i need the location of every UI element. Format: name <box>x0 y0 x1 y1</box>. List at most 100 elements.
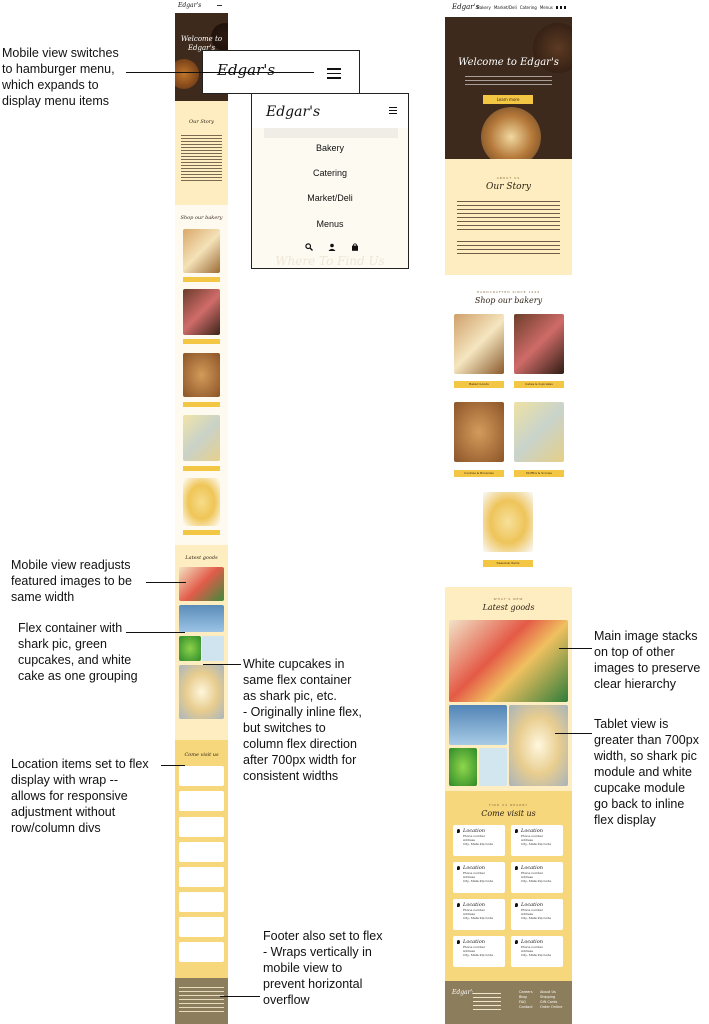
menu-bg-text: Where To Find Us <box>275 254 385 268</box>
tablet-story-text <box>457 198 560 232</box>
tablet-shop-photo-cookies <box>454 402 504 462</box>
mobile-location-card-3 <box>179 817 224 837</box>
tablet-hero-button[interactable]: Learn more <box>483 95 533 104</box>
mobile-latest-white-cupcakes <box>179 665 224 719</box>
tablet-hero-sub <box>465 73 552 87</box>
search-icon[interactable] <box>305 243 313 251</box>
mobile-shop: Shop our bakery <box>175 205 228 545</box>
mobile-location-card-2 <box>179 791 224 811</box>
user-icon[interactable] <box>328 243 336 251</box>
tablet-story-kicker: ABOUT US <box>496 176 521 180</box>
connector-white-cupcakes <box>203 664 241 665</box>
tablet-shop: HANDCRAFTED SINCE 1949 Shop our bakery B… <box>445 275 572 587</box>
location-pin-icon <box>457 829 460 833</box>
location-detail: City, State Zip Code <box>521 953 552 957</box>
tablet-location-card[interactable]: Location Phone number Address City, State Z… <box>453 862 505 893</box>
menu-item-market-deli[interactable]: Market/Deli <box>252 193 408 203</box>
tablet-location-card[interactable]: Location Phone number Address City, State Z… <box>511 825 563 856</box>
mobile-shop-label-3[interactable] <box>183 402 220 407</box>
location-detail: City, State Zip Code <box>463 916 494 920</box>
tablet-location-card[interactable]: Location Phone number Address City, State Z… <box>511 936 563 967</box>
mobile-view-strip: Edgar's Welcome to Edgar's Our Story Sho… <box>175 0 228 1024</box>
menu-item-menus[interactable]: Menus <box>252 219 408 229</box>
hamburger-icon[interactable] <box>327 68 341 79</box>
expanded-hamburger-icon[interactable] <box>389 107 397 114</box>
location-detail: City, State Zip Code <box>521 842 552 846</box>
footer-link-contact[interactable]: Contact <box>519 1005 533 1010</box>
annotation-main-image: Main image stacks on top of other images… <box>594 629 701 691</box>
menu-faded-banner <box>264 128 398 138</box>
tablet-latest-kicker: WHAT'S NEW <box>493 597 524 601</box>
tablet-shop-label-1[interactable]: Baked Goods <box>454 381 504 388</box>
tablet-location-card[interactable]: Location Phone number Address City, State Z… <box>511 899 563 930</box>
location-pin-icon <box>515 866 518 870</box>
annotation-tablet: Tablet view is greater than 700px width,… <box>594 717 699 827</box>
menu-item-bakery[interactable]: Bakery <box>252 143 408 153</box>
mobile-latest-shark-photo <box>179 605 224 632</box>
collapsed-menu-logo[interactable]: Edgar's <box>217 61 275 79</box>
tablet-shop-photo-bread <box>454 314 504 374</box>
tablet-nav: Bakery Market/Deli Catering Menus <box>477 5 553 10</box>
mobile-latest-green-cupcakes <box>179 636 201 661</box>
tablet-shop-label-4[interactable]: Muffins & Scones <box>514 470 564 477</box>
connector-main-image <box>559 648 592 649</box>
mobile-shop-label-2[interactable] <box>183 339 220 344</box>
tablet-visit-title: Come visit us <box>481 809 536 818</box>
mobile-shop-label-4[interactable] <box>183 466 220 471</box>
tablet-logo[interactable]: Edgar's <box>452 3 479 11</box>
tablet-latest-green-cupcakes <box>449 748 477 786</box>
tablet-shop-kicker: HANDCRAFTED SINCE 1949 <box>476 290 541 294</box>
tablet-nav-icons[interactable] <box>556 6 568 9</box>
mobile-shop-photo-bread <box>183 229 220 273</box>
mobile-shop-label-5[interactable] <box>183 530 220 535</box>
connector-featured <box>146 582 186 583</box>
tablet-shop-photo-cupcakes <box>514 402 564 462</box>
annotation-location: Location items set to flex display with … <box>11 757 149 835</box>
tablet-latest-title: Latest goods <box>482 603 535 612</box>
connector-location <box>161 765 185 766</box>
mobile-latest-main-photo <box>179 567 224 601</box>
tablet-location-card[interactable]: Location Phone number Address City, State Z… <box>453 825 505 856</box>
tablet-nav-market[interactable]: Market/Deli <box>494 5 517 10</box>
mobile-location-card-8 <box>179 942 224 962</box>
tablet-location-card[interactable]: Location Phone number Address City, State Z… <box>453 899 505 930</box>
connector-footer <box>220 996 260 997</box>
tablet-shop-label-2[interactable]: Cakes & Cupcakes <box>514 381 564 388</box>
tablet-footer-col2: About Us Shipping Gift Cards Order Onlin… <box>540 990 562 1010</box>
tablet-footer-logo[interactable]: Edgar's <box>452 989 475 996</box>
tablet-hero-title: Welcome to Edgar's <box>458 57 559 68</box>
tablet-latest-shark-photo <box>449 705 507 745</box>
location-pin-icon <box>515 940 518 944</box>
tablet-nav-menus[interactable]: Menus <box>540 5 553 10</box>
tablet-footer-col1 <box>473 990 501 1012</box>
mobile-shop-label-1[interactable] <box>183 277 220 282</box>
tablet-shop-photo-seasonal <box>483 492 533 552</box>
tablet-nav-bakery[interactable]: Bakery <box>477 5 491 10</box>
shopping-bag-icon[interactable] <box>351 243 359 251</box>
tablet-story-text-2 <box>457 238 560 254</box>
tablet-location-card[interactable]: Location Phone number Address City, State Z… <box>453 936 505 967</box>
tablet-location-card[interactable]: Location Phone number Address City, State Z… <box>511 862 563 893</box>
mobile-shop-photo-cupcakes <box>183 415 220 461</box>
mobile-story: Our Story <box>175 101 228 205</box>
mobile-location-card-6 <box>179 892 224 912</box>
tablet-latest-white-cupcakes <box>509 705 568 786</box>
tablet-story-title: Our Story <box>486 182 531 192</box>
mobile-shop-title: Shop our bakery <box>180 215 223 221</box>
menu-item-catering[interactable]: Catering <box>252 168 408 178</box>
mobile-hero-muffin <box>175 59 199 89</box>
tablet-shop-label-5[interactable]: Seasonal Items <box>483 560 533 567</box>
connector-flex-container <box>126 632 185 633</box>
tablet-shop-label-3[interactable]: Cookies & Brownies <box>454 470 504 477</box>
tablet-shop-title: Shop our bakery <box>474 296 543 305</box>
tablet-nav-catering[interactable]: Catering <box>520 5 537 10</box>
mobile-hamburger-icon[interactable] <box>217 5 222 6</box>
footer-link-order[interactable]: Order Online <box>540 1005 562 1010</box>
expanded-menu-panel: Edgar's Bakery Catering Market/Deli Menu… <box>251 93 409 269</box>
expanded-menu-logo[interactable]: Edgar's <box>266 104 320 120</box>
tablet-visit-kicker: FIND US NEARBY <box>488 803 529 807</box>
tablet-visit: FIND US NEARBY Come visit us Location Pho… <box>445 791 572 981</box>
location-pin-icon <box>457 866 460 870</box>
mobile-logo[interactable]: Edgar's <box>178 2 201 9</box>
tablet-shop-photo-cake <box>514 314 564 374</box>
